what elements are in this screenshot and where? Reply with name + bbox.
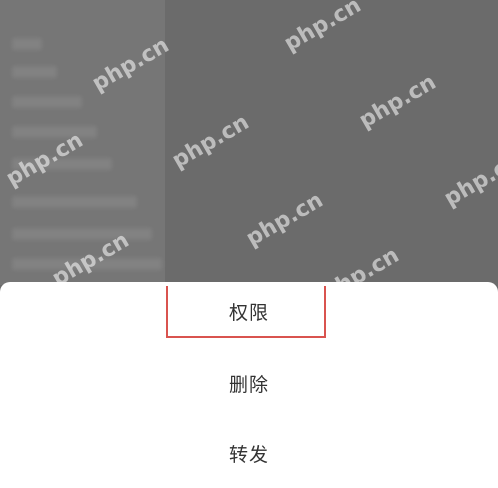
blurred-text-line [12, 158, 112, 170]
blurred-background-content [0, 0, 165, 285]
blurred-text-line [12, 38, 42, 50]
watermark: php.cn [168, 109, 254, 174]
watermark: php.cn [242, 187, 328, 252]
blurred-text-line [12, 258, 162, 270]
blurred-text-line [12, 126, 97, 138]
delete-menu-item[interactable]: 删除 [0, 370, 498, 397]
blurred-text-line [12, 66, 57, 78]
blurred-text-line [12, 228, 152, 240]
watermark: php.cn [355, 69, 441, 134]
watermark: php.cn [440, 147, 498, 212]
highlight-annotation-box [166, 286, 326, 338]
blurred-text-line [12, 196, 137, 208]
watermark: php.cn [280, 0, 366, 57]
blurred-text-line [12, 96, 82, 108]
forward-menu-item[interactable]: 转发 [0, 440, 498, 467]
